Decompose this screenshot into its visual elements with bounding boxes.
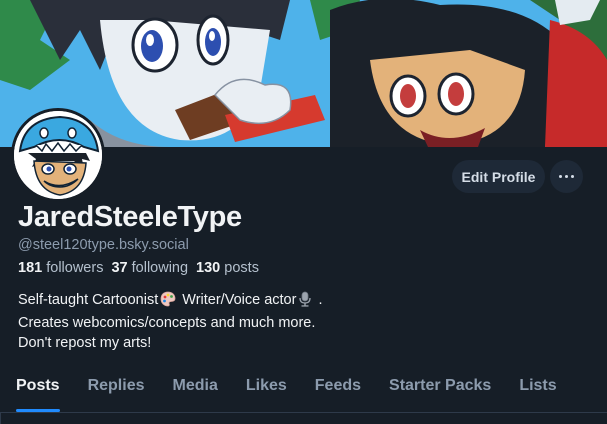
avatar[interactable] [11, 108, 105, 202]
tab-replies[interactable]: Replies [74, 362, 159, 412]
tab-starter-packs[interactable]: Starter Packs [375, 362, 505, 412]
handle: @steel120type.bsky.social [18, 237, 189, 253]
posts-stat: 130 posts [196, 260, 259, 276]
followers-count: 181 [18, 260, 43, 276]
tab-media[interactable]: Media [159, 362, 232, 412]
avatar-image [14, 111, 102, 199]
feed-area [0, 413, 607, 424]
followers-label: followers [46, 260, 104, 276]
followers-link[interactable]: 181 followers [18, 260, 103, 276]
edit-profile-button[interactable]: Edit Profile [452, 160, 545, 193]
following-count: 37 [111, 260, 128, 276]
profile-bio: Self-taught Cartoonist Writer/Voice acto… [18, 290, 578, 353]
posts-count: 130 [196, 260, 221, 276]
profile-stats: 181 followers 37 following 130 posts [18, 260, 259, 276]
microphone-icon [298, 291, 312, 313]
following-link[interactable]: 37 following [111, 260, 188, 276]
tab-posts[interactable]: Posts [0, 362, 74, 412]
tab-likes[interactable]: Likes [232, 362, 301, 412]
following-label: following [131, 260, 189, 276]
display-name: JaredSteeleType [18, 201, 242, 233]
bio-line-1: Self-taught Cartoonist Writer/Voice acto… [18, 290, 578, 313]
artist-palette-icon [160, 291, 176, 313]
posts-label: posts [224, 260, 259, 276]
tab-lists[interactable]: Lists [505, 362, 570, 412]
tab-feeds[interactable]: Feeds [301, 362, 375, 412]
profile-tabs: Posts Replies Media Likes Feeds Starter … [0, 362, 607, 412]
bio-line-3: Don't repost my arts! [18, 335, 152, 351]
bio-line-2: Creates webcomics/concepts and much more… [18, 315, 316, 331]
ellipsis-icon [559, 175, 562, 178]
more-options-button[interactable] [550, 160, 583, 193]
